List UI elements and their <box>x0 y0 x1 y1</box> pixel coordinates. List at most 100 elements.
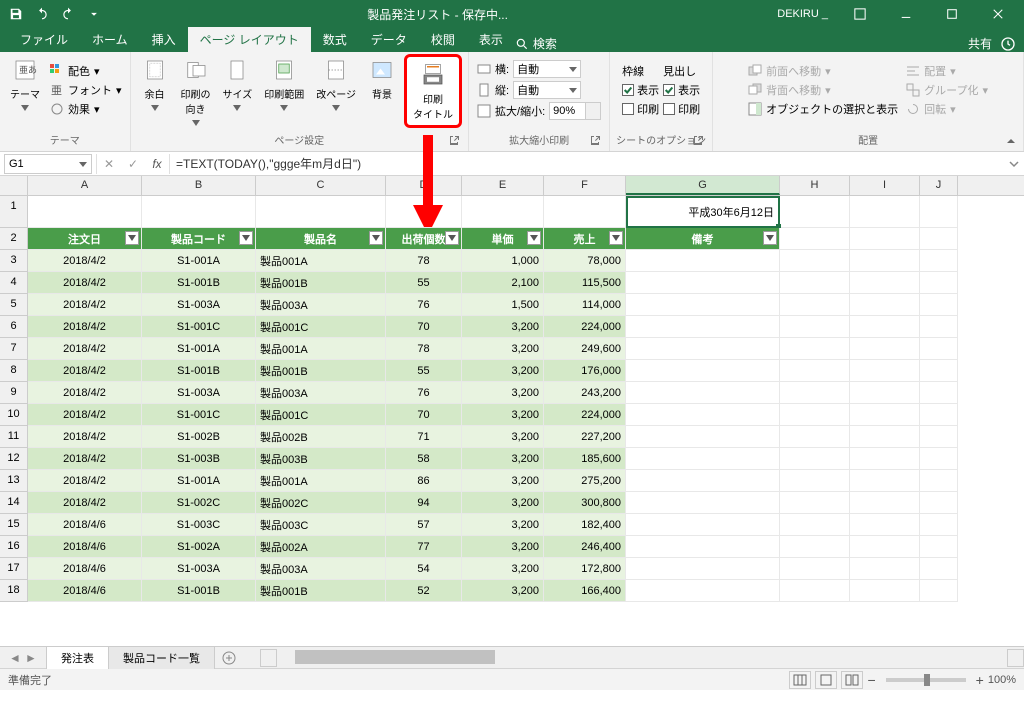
cell[interactable] <box>850 426 920 448</box>
cell[interactable] <box>850 360 920 382</box>
cell[interactable]: 77 <box>386 536 462 558</box>
cell[interactable] <box>850 558 920 580</box>
cell[interactable]: 3,200 <box>462 404 544 426</box>
normal-view-icon[interactable] <box>789 671 811 689</box>
cell[interactable] <box>780 294 850 316</box>
row-header[interactable]: 10 <box>0 404 28 426</box>
tab-home[interactable]: ホーム <box>80 27 140 52</box>
cell[interactable]: 3,200 <box>462 514 544 536</box>
cell[interactable]: 71 <box>386 426 462 448</box>
cell[interactable]: 2,100 <box>462 272 544 294</box>
cell[interactable] <box>544 196 626 228</box>
fonts-button[interactable]: 亜フォント ▾ <box>48 81 124 99</box>
cell[interactable] <box>626 536 780 558</box>
cell[interactable]: 製品001A <box>256 250 386 272</box>
cell[interactable]: 2018/4/6 <box>28 558 142 580</box>
cell[interactable] <box>780 514 850 536</box>
cell[interactable]: 2018/4/6 <box>28 580 142 602</box>
col-header-H[interactable]: H <box>780 176 850 195</box>
filter-icon[interactable] <box>239 231 253 245</box>
cell[interactable]: 54 <box>386 558 462 580</box>
table-header[interactable]: 売上 <box>544 228 626 250</box>
cell[interactable]: 78 <box>386 338 462 360</box>
selection-pane-button[interactable]: オブジェクトの選択と表示 <box>746 100 900 118</box>
cell[interactable]: 製品003A <box>256 382 386 404</box>
row-header-2[interactable]: 2 <box>0 228 28 250</box>
cell[interactable]: 114,000 <box>544 294 626 316</box>
cell[interactable]: 製品001B <box>256 360 386 382</box>
headings-print-checkbox[interactable]: 印刷 <box>663 101 700 117</box>
cell[interactable]: 2018/4/2 <box>28 448 142 470</box>
table-header[interactable]: 出荷個数 <box>386 228 462 250</box>
cell[interactable]: 2018/4/2 <box>28 404 142 426</box>
cell[interactable]: S1-003A <box>142 558 256 580</box>
tab-view[interactable]: 表示 <box>467 27 515 52</box>
maximize-icon[interactable] <box>930 1 974 27</box>
redo-icon[interactable] <box>56 2 80 26</box>
row-header[interactable]: 3 <box>0 250 28 272</box>
pagesetup-dialog-launcher[interactable] <box>448 135 460 147</box>
cell[interactable] <box>920 294 958 316</box>
cell[interactable] <box>850 580 920 602</box>
cell[interactable]: 55 <box>386 360 462 382</box>
cell[interactable] <box>780 426 850 448</box>
cell[interactable]: 2018/4/2 <box>28 272 142 294</box>
cell[interactable]: 70 <box>386 316 462 338</box>
cell[interactable]: 2018/4/2 <box>28 470 142 492</box>
cell[interactable]: 57 <box>386 514 462 536</box>
row-header[interactable]: 9 <box>0 382 28 404</box>
tab-file[interactable]: ファイル <box>8 27 80 52</box>
cell[interactable]: 2018/4/2 <box>28 250 142 272</box>
cell[interactable]: S1-001B <box>142 272 256 294</box>
cell[interactable] <box>626 492 780 514</box>
colors-button[interactable]: 配色 ▾ <box>48 62 124 80</box>
cell[interactable]: 246,400 <box>544 536 626 558</box>
save-icon[interactable] <box>4 2 28 26</box>
table-header[interactable]: 備考 <box>626 228 780 250</box>
cell[interactable]: 1,000 <box>462 250 544 272</box>
cell[interactable] <box>780 338 850 360</box>
cell[interactable]: 製品001B <box>256 580 386 602</box>
zoom-in-icon[interactable]: + <box>976 672 984 688</box>
cell[interactable] <box>920 536 958 558</box>
table-header[interactable] <box>780 228 850 250</box>
cell[interactable]: 2018/4/2 <box>28 316 142 338</box>
cell-area[interactable]: 平成30年6月12日注文日製品コード製品名出荷個数単価売上備考2018/4/2S… <box>28 196 1024 646</box>
cell[interactable] <box>850 404 920 426</box>
cell[interactable] <box>780 382 850 404</box>
gridlines-print-checkbox[interactable]: 印刷 <box>622 101 659 117</box>
cell[interactable] <box>256 196 386 228</box>
cell[interactable] <box>28 196 142 228</box>
col-header-I[interactable]: I <box>850 176 920 195</box>
formula-input[interactable]: =TEXT(TODAY(),"ggge年m月d日") <box>170 155 1004 172</box>
enter-formula-icon[interactable]: ✓ <box>121 154 145 174</box>
cell[interactable]: 製品001C <box>256 404 386 426</box>
cell[interactable]: S1-003A <box>142 294 256 316</box>
new-sheet-icon[interactable] <box>218 649 240 667</box>
bring-forward-button[interactable]: 前面へ移動 ▾ <box>746 62 900 80</box>
cell[interactable]: 2018/4/2 <box>28 426 142 448</box>
cell[interactable]: S1-001A <box>142 338 256 360</box>
cell[interactable] <box>850 272 920 294</box>
undo-icon[interactable] <box>30 2 54 26</box>
cell[interactable] <box>626 404 780 426</box>
headings-view-checkbox[interactable]: 表示 <box>663 82 700 98</box>
cell[interactable]: 2018/4/2 <box>28 360 142 382</box>
col-header-E[interactable]: E <box>462 176 544 195</box>
cell[interactable] <box>920 580 958 602</box>
cell[interactable]: 3,200 <box>462 338 544 360</box>
cell[interactable] <box>780 316 850 338</box>
close-icon[interactable] <box>976 1 1020 27</box>
cell[interactable] <box>850 536 920 558</box>
cell[interactable] <box>850 382 920 404</box>
printarea-button[interactable]: 印刷範囲 <box>260 54 308 111</box>
hscroll-thumb[interactable] <box>295 650 495 664</box>
cell[interactable] <box>626 272 780 294</box>
cell[interactable] <box>780 250 850 272</box>
filter-icon[interactable] <box>527 231 541 245</box>
row-header[interactable]: 7 <box>0 338 28 360</box>
hscroll-track[interactable] <box>277 649 1007 667</box>
tab-data[interactable]: データ <box>359 27 419 52</box>
minimize-icon[interactable] <box>884 1 928 27</box>
cell[interactable] <box>626 382 780 404</box>
